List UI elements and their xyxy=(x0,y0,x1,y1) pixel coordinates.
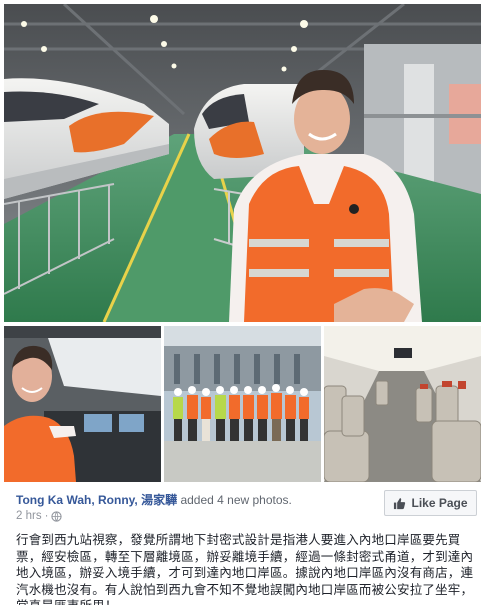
post-header: Tong Ka Wah, Ronny, 湯家驊 added 4 new phot… xyxy=(0,484,485,530)
meta-separator: · xyxy=(44,510,49,522)
post-action-text: added 4 new photos. xyxy=(180,493,292,507)
thumbs-up-icon xyxy=(393,497,406,510)
post-timestamp[interactable]: 2 hrs xyxy=(16,510,42,522)
thumbnail-photo-cab[interactable] xyxy=(4,326,161,482)
thumbnail-photo-interior[interactable] xyxy=(324,326,481,482)
like-page-label: Like Page xyxy=(411,496,468,510)
post-meta: 2 hrs · xyxy=(16,510,63,522)
globe-icon[interactable] xyxy=(51,510,63,522)
like-page-button[interactable]: Like Page xyxy=(384,490,477,516)
author-line: Tong Ka Wah, Ronny, 湯家驊 added 4 new phot… xyxy=(16,492,292,508)
main-photo[interactable] xyxy=(4,4,481,322)
thumbnail-photo-group[interactable] xyxy=(164,326,321,482)
author-name-link[interactable]: Tong Ka Wah, Ronny, 湯家驊 xyxy=(16,493,177,507)
photo-grid xyxy=(0,0,485,482)
post-body-text: 行會到西九站視察，發覺所謂地下封密式設計是指港人要進入內地口岸區要先買票，經安檢… xyxy=(16,532,474,605)
